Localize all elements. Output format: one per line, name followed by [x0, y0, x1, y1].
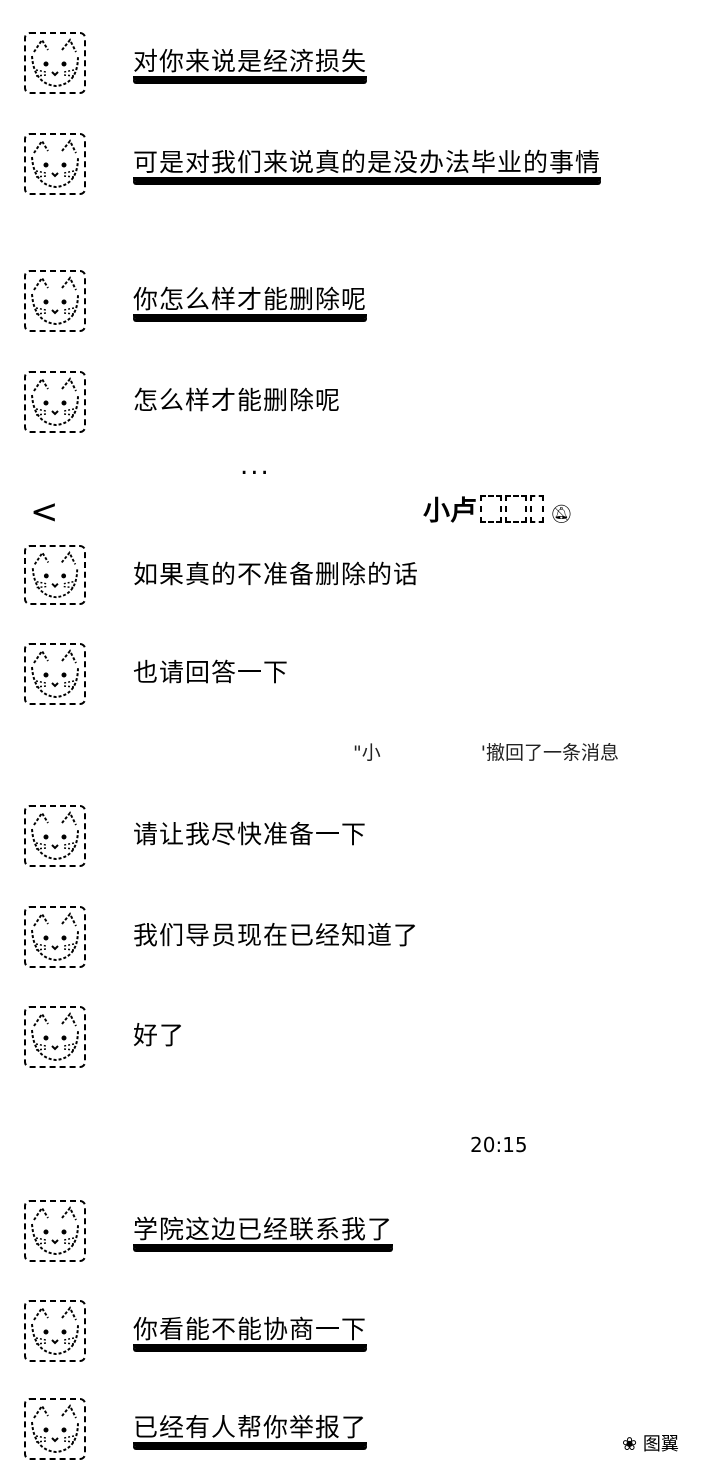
highlighted-text: 已经有人帮你举报了 [133, 1413, 368, 1447]
bell-off-icon: 🔕︎ [550, 504, 573, 525]
message-row: 怎么样才能删除呢 [0, 371, 713, 451]
message-row: 也请回答一下 [0, 643, 713, 723]
message-row: 可是对我们来说真的是没办法毕业的事情 [0, 133, 713, 233]
message-text: 请让我尽快准备一下 [133, 820, 368, 849]
highlighted-text: 你看能不能协商一下 [133, 1315, 368, 1349]
message-row: 学院这边已经联系我了 [0, 1200, 713, 1280]
message-row: 对你来说是经济损失 [0, 32, 713, 112]
message-text: 好了 [133, 1021, 186, 1050]
recall-prefix: "小 [353, 742, 381, 764]
message-row: 如果真的不准备删除的话 [0, 545, 713, 625]
avatar[interactable] [24, 1006, 86, 1068]
more-options-icon[interactable]: ... [240, 453, 271, 479]
back-arrow-icon[interactable]: < [30, 492, 59, 532]
redacted-block [480, 495, 502, 523]
avatar[interactable] [24, 371, 86, 433]
highlighted-text: 对你来说是经济损失 [133, 47, 368, 81]
message-text: 学院这边已经联系我了 [133, 1214, 394, 1249]
avatar[interactable] [24, 1398, 86, 1460]
wechat-icon: ❀ [622, 1434, 638, 1455]
avatar[interactable] [24, 643, 86, 705]
message-text: 也请回答一下 [133, 658, 290, 687]
recall-notice: "小 '撤回了一条消息 [353, 740, 619, 766]
avatar[interactable] [24, 133, 86, 195]
message-text: 你怎么样才能删除呢 [133, 284, 368, 319]
avatar[interactable] [24, 906, 86, 968]
chat-header: < 小卢 🔕︎ [0, 488, 713, 538]
avatar[interactable] [24, 1300, 86, 1362]
highlighted-text: 学院这边已经联系我了 [133, 1215, 394, 1249]
recall-suffix: '撤回了一条消息 [480, 742, 619, 764]
message-text: 已经有人帮你举报了 [133, 1412, 368, 1447]
contact-name: 小卢 [423, 496, 477, 527]
message-row: 你看能不能协商一下 [0, 1300, 713, 1380]
highlighted-text: 可是对我们来说真的是没办法毕业的事情 [133, 148, 602, 182]
message-text: 我们导员现在已经知道了 [133, 921, 420, 950]
redacted-block [530, 495, 544, 523]
message-row: 已经有人帮你举报了 [0, 1398, 713, 1478]
message-row: 请让我尽快准备一下 [0, 805, 713, 885]
message-text: 可是对我们来说真的是没办法毕业的事情 [133, 147, 613, 182]
message-row: 你怎么样才能删除呢 [0, 270, 713, 350]
message-text: 怎么样才能删除呢 [133, 386, 342, 415]
watermark: ❀ 图翼 [622, 1432, 679, 1458]
avatar[interactable] [24, 805, 86, 867]
message-text: 对你来说是经济损失 [133, 46, 368, 81]
watermark-text: 图翼 [642, 1434, 679, 1455]
message-row: 我们导员现在已经知道了 [0, 906, 713, 986]
message-row: 好了 [0, 1006, 713, 1086]
avatar[interactable] [24, 1200, 86, 1262]
avatar[interactable] [24, 270, 86, 332]
redacted-block [505, 495, 527, 523]
avatar[interactable] [24, 545, 86, 605]
timestamp: 20:15 [470, 1133, 528, 1157]
chat-title: 小卢 🔕︎ [423, 494, 573, 533]
avatar[interactable] [24, 32, 86, 94]
message-text: 你看能不能协商一下 [133, 1314, 368, 1349]
highlighted-text: 你怎么样才能删除呢 [133, 285, 368, 319]
message-text: 如果真的不准备删除的话 [133, 560, 420, 589]
